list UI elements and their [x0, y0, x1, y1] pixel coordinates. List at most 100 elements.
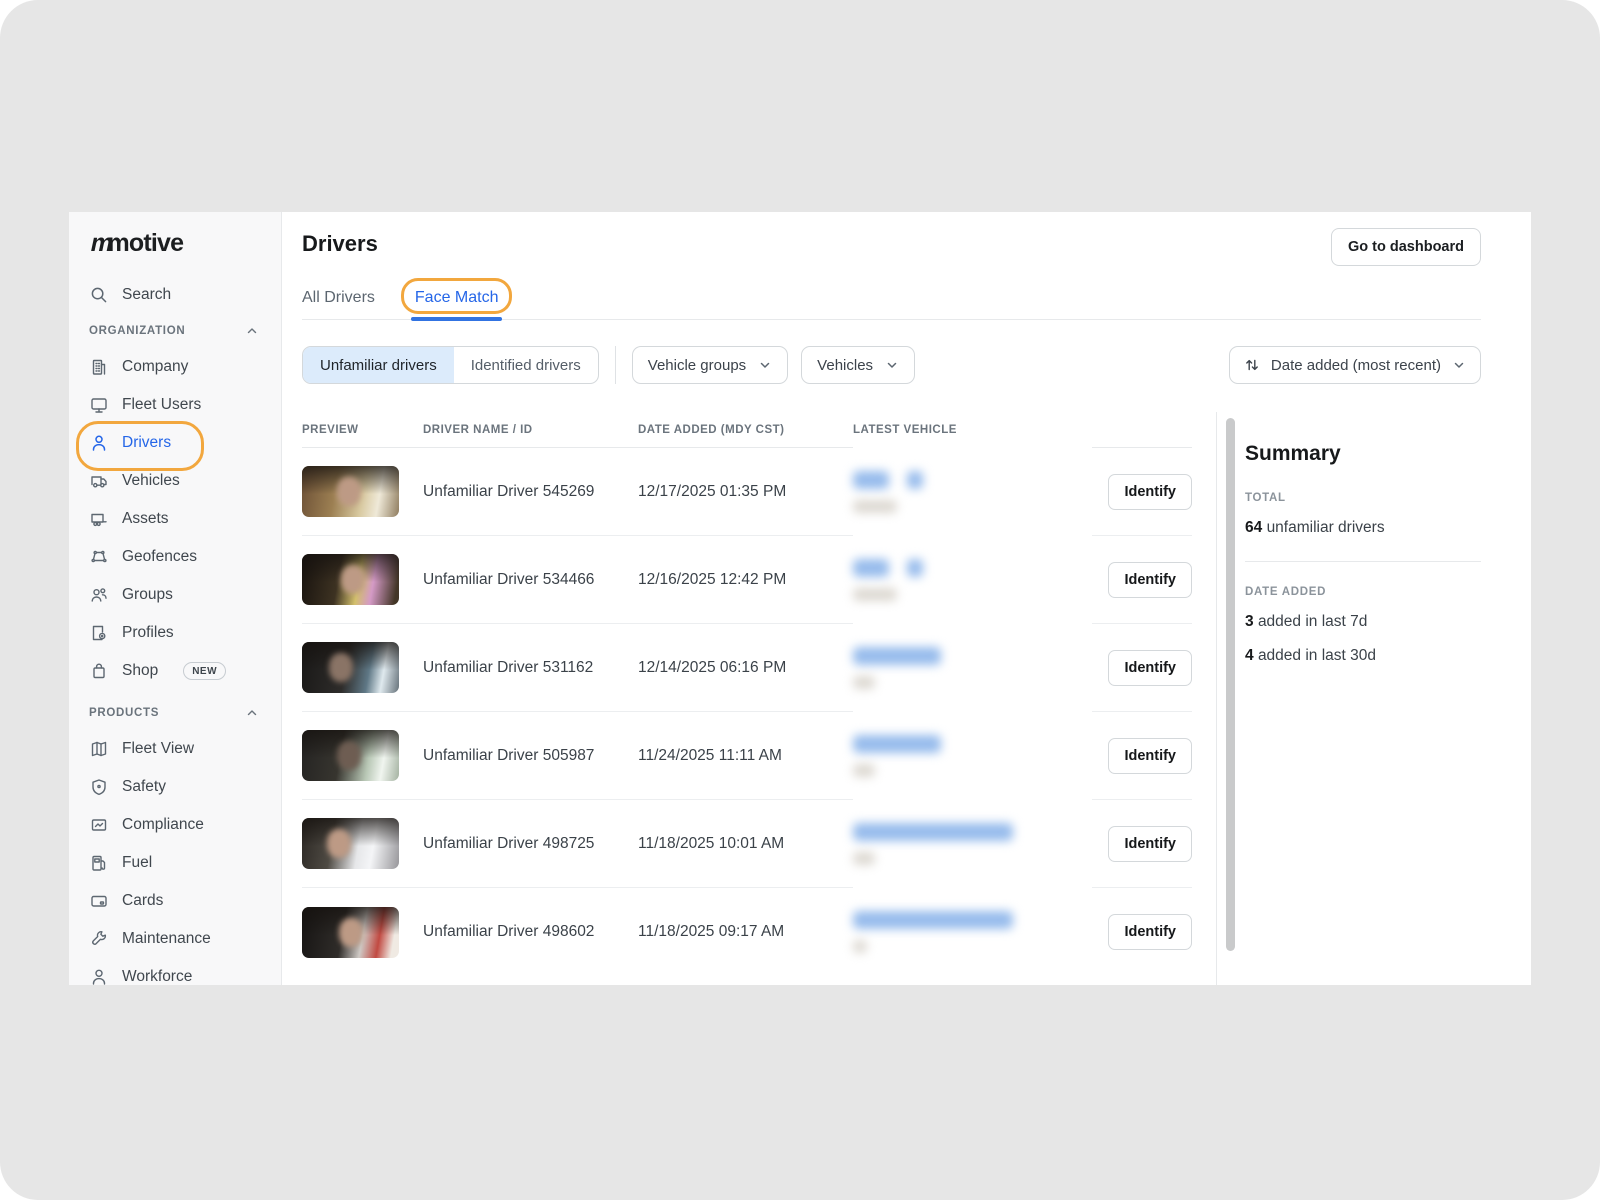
latest-vehicle-cell: [853, 800, 1102, 887]
sidebar-item-company[interactable]: Company: [89, 348, 281, 386]
column-header-driver-name: DRIVER NAME / ID: [423, 424, 638, 436]
sidebar-item-cards[interactable]: Cards: [89, 882, 281, 920]
summary-stat: 3 added in last 7d: [1245, 613, 1481, 631]
sidebar-item-vehicles[interactable]: Vehicles: [89, 462, 281, 500]
driver-preview-photo[interactable]: [302, 818, 399, 869]
driver-type-segmented-control: Unfamiliar drivers Identified drivers: [302, 346, 599, 384]
sidebar-item-label: Profiles: [122, 624, 174, 642]
groups-icon: [89, 585, 109, 605]
date-added: 12/17/2025 01:35 PM: [638, 483, 853, 501]
section-label: PRODUCTS: [89, 707, 159, 719]
sidebar-item-fleet-users[interactable]: Fleet Users: [89, 386, 281, 424]
table-row[interactable]: Unfamiliar Driver 505987 11/24/2025 11:1…: [302, 712, 1192, 800]
sidebar-item-label: Cards: [122, 892, 163, 910]
driver-preview-photo[interactable]: [302, 466, 399, 517]
sort-dropdown[interactable]: Date added (most recent): [1229, 346, 1481, 384]
identify-button[interactable]: Identify: [1108, 738, 1192, 774]
identify-button[interactable]: Identify: [1108, 914, 1192, 950]
sidebar-item-label: Assets: [122, 510, 169, 528]
shield-icon: [89, 777, 109, 797]
sidebar-item-label: Groups: [122, 586, 173, 604]
vehicle-groups-dropdown[interactable]: Vehicle groups: [632, 346, 788, 384]
identify-button[interactable]: Identify: [1108, 562, 1192, 598]
table-row[interactable]: Unfamiliar Driver 534466 12/16/2025 12:4…: [302, 536, 1192, 624]
sidebar-item-label: Fleet Users: [122, 396, 201, 414]
summary-date-added-label: DATE ADDED: [1245, 586, 1481, 598]
sidebar-item-assets[interactable]: Assets: [89, 500, 281, 538]
sidebar-item-label: Shop: [122, 662, 158, 680]
driver-preview-photo[interactable]: [302, 554, 399, 605]
sidebar-item-workforce[interactable]: Workforce: [89, 958, 281, 985]
go-to-dashboard-button[interactable]: Go to dashboard: [1331, 228, 1481, 266]
sidebar-item-label: Fleet View: [122, 740, 194, 758]
driver-name: Unfamiliar Driver 505987: [423, 747, 638, 765]
search-icon: [89, 285, 109, 305]
chevron-up-icon: [245, 324, 259, 338]
sidebar-item-label: Maintenance: [122, 930, 211, 948]
latest-vehicle-cell: [853, 448, 1102, 535]
company-icon: [89, 357, 109, 377]
latest-vehicle-cell: [853, 712, 1102, 799]
driver-preview-photo[interactable]: [302, 907, 399, 958]
sidebar-item-maintenance[interactable]: Maintenance: [89, 920, 281, 958]
summary-total-value: 64 unfamiliar drivers: [1245, 519, 1481, 537]
driver-name: Unfamiliar Driver 498602: [423, 923, 638, 941]
chevron-up-icon: [245, 706, 259, 720]
chevron-down-icon: [885, 358, 899, 372]
sidebar-item-groups[interactable]: Groups: [89, 576, 281, 614]
page-header: Drivers Go to dashboard: [282, 212, 1531, 266]
sidebar-item-label: Workforce: [122, 968, 192, 985]
driver-preview-photo[interactable]: [302, 642, 399, 693]
identify-button[interactable]: Identify: [1108, 826, 1192, 862]
page-title: Drivers: [302, 228, 378, 257]
map-icon: [89, 739, 109, 759]
table-scrollbar[interactable]: [1226, 418, 1235, 951]
sidebar-section-organization[interactable]: ORGANIZATION: [89, 314, 281, 348]
sidebar-item-geofences[interactable]: Geofences: [89, 538, 281, 576]
filters-toolbar: Unfamiliar drivers Identified drivers Ve…: [282, 320, 1531, 412]
sidebar-item-label: Company: [122, 358, 188, 376]
sidebar-item-search[interactable]: Search: [89, 276, 281, 314]
total-text: unfamiliar drivers: [1267, 519, 1385, 536]
driver-name: Unfamiliar Driver 531162: [423, 659, 638, 677]
sidebar-item-safety[interactable]: Safety: [89, 768, 281, 806]
sidebar-section-products[interactable]: PRODUCTS: [89, 696, 281, 730]
monitor-icon: [89, 395, 109, 415]
sidebar-item-compliance[interactable]: Compliance: [89, 806, 281, 844]
sidebar-item-label: Search: [122, 286, 171, 304]
stat-count: 3: [1245, 613, 1254, 630]
table-row[interactable]: Unfamiliar Driver 498725 11/18/2025 10:0…: [302, 800, 1192, 888]
identify-button[interactable]: Identify: [1108, 650, 1192, 686]
driver-name: Unfamiliar Driver 545269: [423, 483, 638, 501]
segment-unfamiliar-drivers[interactable]: Unfamiliar drivers: [303, 347, 454, 383]
sidebar-item-drivers[interactable]: Drivers: [89, 424, 281, 462]
tabs: All Drivers Face Match: [302, 276, 1481, 320]
filters-divider: [615, 346, 616, 384]
compliance-icon: [89, 815, 109, 835]
sidebar-item-fuel[interactable]: Fuel: [89, 844, 281, 882]
sidebar-item-label: Safety: [122, 778, 166, 796]
chevron-down-icon: [1452, 358, 1466, 372]
section-label: ORGANIZATION: [89, 325, 185, 337]
table-row[interactable]: Unfamiliar Driver 531162 12/14/2025 06:1…: [302, 624, 1192, 712]
identify-button[interactable]: Identify: [1108, 474, 1192, 510]
vehicles-dropdown[interactable]: Vehicles: [801, 346, 915, 384]
summary-total-label: TOTAL: [1245, 492, 1481, 504]
tab-all-drivers[interactable]: All Drivers: [302, 276, 375, 319]
tab-face-match[interactable]: Face Match: [415, 276, 499, 319]
new-badge: NEW: [183, 662, 226, 680]
sort-arrows-icon: [1244, 357, 1260, 373]
latest-vehicle-cell: [853, 888, 1102, 976]
table-row[interactable]: Unfamiliar Driver 498602 11/18/2025 09:1…: [302, 888, 1192, 976]
segment-identified-drivers[interactable]: Identified drivers: [454, 347, 598, 383]
profiles-icon: [89, 623, 109, 643]
sidebar-item-fleet-view[interactable]: Fleet View: [89, 730, 281, 768]
summary-panel: Summary TOTAL 64 unfamiliar drivers DATE…: [1217, 412, 1531, 985]
driver-preview-photo[interactable]: [302, 730, 399, 781]
summary-title: Summary: [1245, 442, 1481, 466]
app-window: mmotive Search ORGANIZATION Company Flee…: [69, 212, 1531, 985]
content-area: PREVIEW DRIVER NAME / ID DATE ADDED (MDY…: [282, 412, 1531, 985]
sidebar-item-profiles[interactable]: Profiles: [89, 614, 281, 652]
sidebar-item-shop[interactable]: Shop NEW: [89, 652, 281, 690]
table-row[interactable]: Unfamiliar Driver 545269 12/17/2025 01:3…: [302, 448, 1192, 536]
